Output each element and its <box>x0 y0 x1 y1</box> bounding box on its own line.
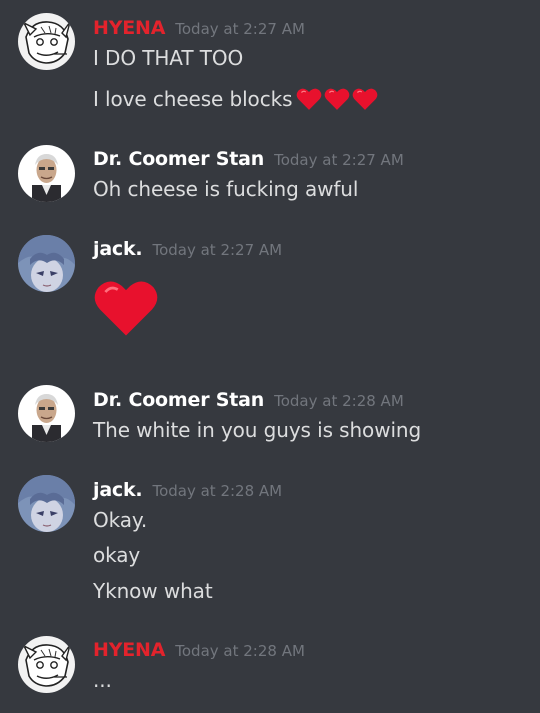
red-heart-icon <box>352 87 378 116</box>
timestamp: Today at 2:28 AM <box>175 642 305 660</box>
message-header: jack. Today at 2:27 AM <box>93 238 282 260</box>
jack-anime-avatar[interactable] <box>18 475 75 532</box>
message-text: ... <box>93 668 112 692</box>
timestamp: Today at 2:27 AM <box>175 20 305 38</box>
author-name[interactable]: jack. <box>93 238 143 260</box>
timestamp: Today at 2:27 AM <box>152 241 283 259</box>
message-header: HYENA Today at 2:28 AM <box>93 639 305 661</box>
message-text: I love cheese blocks <box>93 87 293 111</box>
message-header: HYENA Today at 2:27 AM <box>93 17 305 39</box>
message-line: I love cheese blocks <box>93 87 378 116</box>
hyena-sketch-avatar[interactable] <box>18 13 75 70</box>
author-name[interactable]: jack. <box>93 479 143 501</box>
dr-coomer-avatar[interactable] <box>18 385 75 442</box>
message-header: jack. Today at 2:28 AM <box>93 479 282 501</box>
jack-anime-avatar[interactable] <box>18 235 75 292</box>
hyena-sketch-avatar[interactable] <box>18 636 75 693</box>
message-text: I DO THAT TOO <box>93 46 244 70</box>
message-text: Okay. <box>93 508 148 532</box>
message-text: okay <box>93 543 141 567</box>
timestamp: Today at 2:28 AM <box>152 482 283 500</box>
red-heart-icon <box>93 277 159 343</box>
author-name[interactable]: HYENA <box>93 639 165 661</box>
timestamp: Today at 2:28 AM <box>274 392 404 410</box>
message-text: Yknow what <box>93 579 213 603</box>
message-header: Dr. Coomer Stan Today at 2:28 AM <box>93 389 404 411</box>
author-name[interactable]: HYENA <box>93 17 165 39</box>
dr-coomer-avatar[interactable] <box>18 145 75 202</box>
author-name[interactable]: Dr. Coomer Stan <box>93 148 264 170</box>
message-header: Dr. Coomer Stan Today at 2:27 AM <box>93 148 404 170</box>
message-text: Oh cheese is fucking awful <box>93 177 359 201</box>
red-heart-icon <box>296 87 322 116</box>
author-name[interactable]: Dr. Coomer Stan <box>93 389 264 411</box>
red-heart-icon <box>324 87 350 116</box>
message-text: The white in you guys is showing <box>93 418 422 442</box>
timestamp: Today at 2:27 AM <box>274 151 404 169</box>
